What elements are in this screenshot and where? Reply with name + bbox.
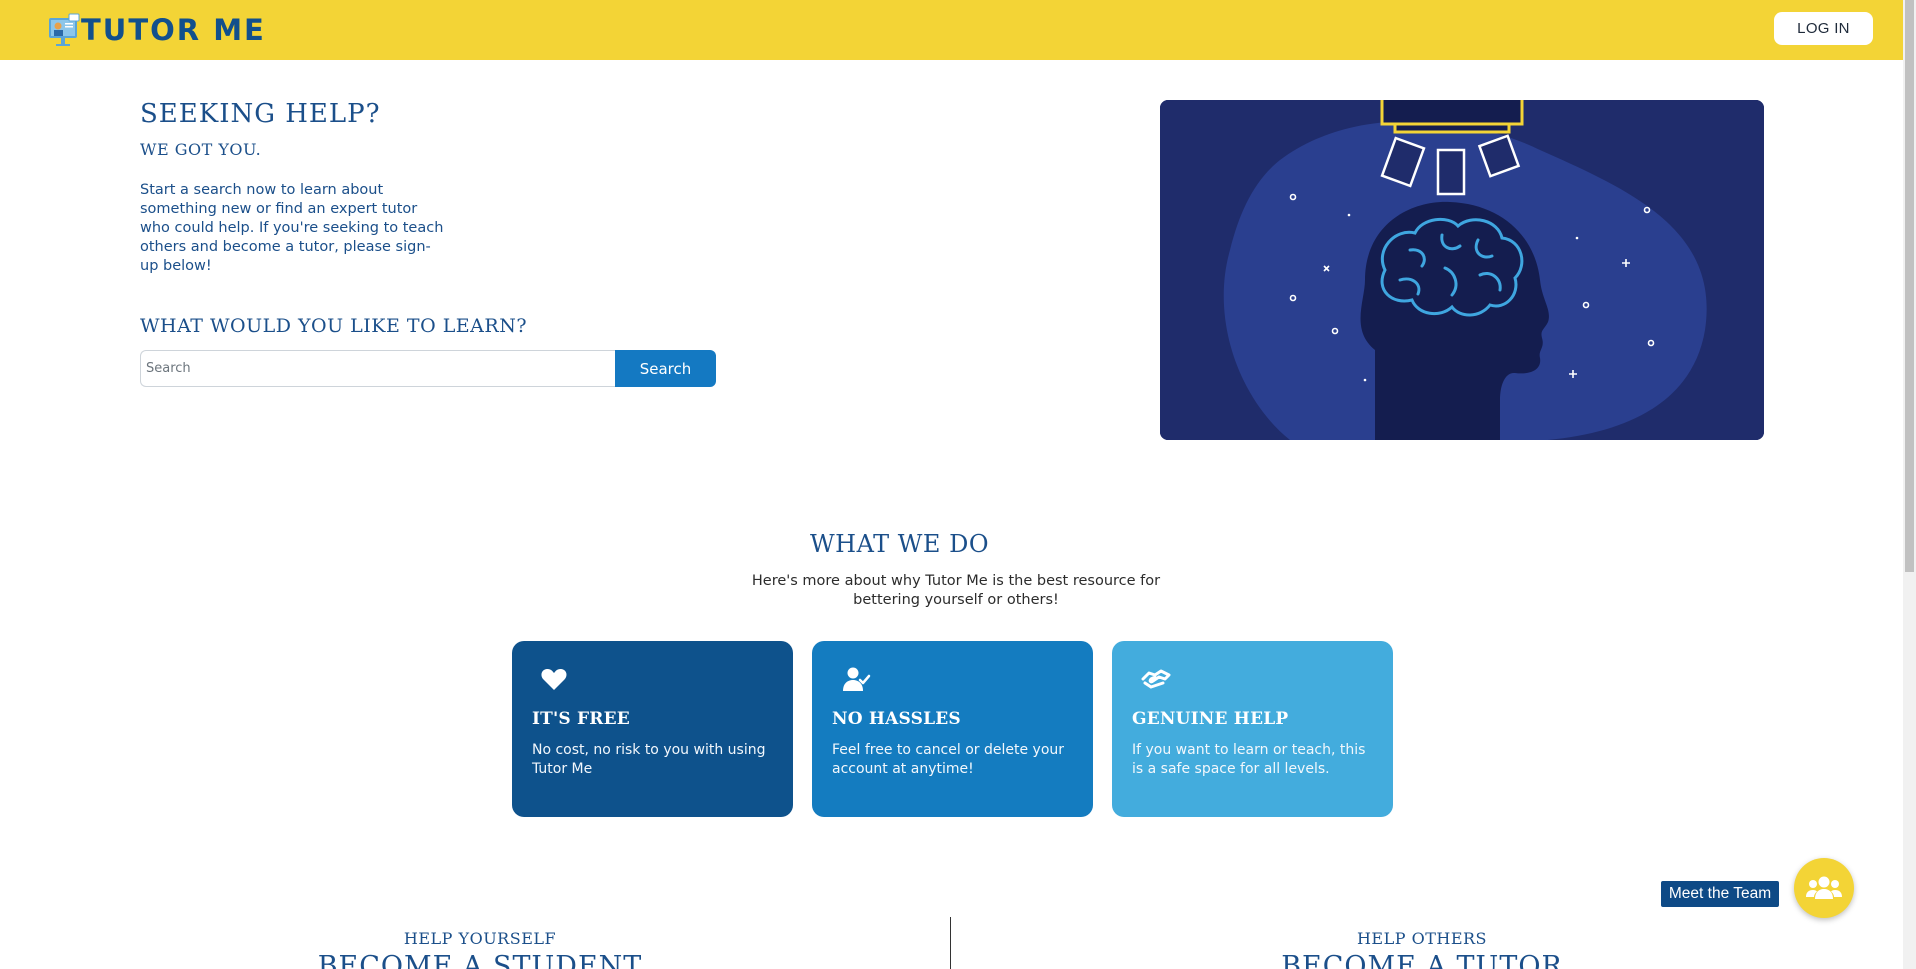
section-divider — [950, 917, 951, 969]
what-we-do-heading: WHAT WE DO — [810, 530, 989, 558]
brand-logo[interactable]: TUTOR ME — [47, 10, 266, 50]
scrollbar-thumb[interactable] — [1905, 0, 1914, 572]
meet-the-team-button[interactable] — [1794, 858, 1854, 918]
search-input[interactable] — [140, 350, 616, 387]
card-text: No cost, no risk to you with using Tutor… — [532, 742, 766, 777]
heart-icon — [541, 668, 567, 690]
hero-title: SEEKING HELP? — [140, 99, 381, 129]
hero-subtitle: WE GOT YOU. — [140, 140, 262, 159]
top-navbar: TUTOR ME LOG IN — [0, 0, 1903, 60]
user-check-icon — [843, 667, 871, 691]
page: TUTOR ME LOG IN SEEKING HELP? WE GOT YOU… — [0, 0, 1916, 969]
card-title: NO HASSLES — [832, 709, 961, 729]
section-title: WHAT WE DO — [0, 530, 1903, 558]
meet-the-team-label[interactable]: Meet the Team — [1661, 881, 1779, 907]
student-eyebrow: HELP YOURSELF — [403, 929, 557, 948]
page-scrollbar[interactable] — [1903, 0, 1916, 969]
card-text: If you want to learn or teach, this is a… — [1132, 742, 1366, 777]
become-student-heading: BECOME A STUDENT — [317, 951, 643, 969]
brain-scan-illustration — [1160, 100, 1764, 440]
users-icon — [1806, 876, 1842, 899]
tutor-eyebrow: HELP OTHERS — [1356, 929, 1488, 948]
hero-description: Start a search now to learn about someth… — [140, 182, 444, 274]
handshake-icon — [1141, 669, 1171, 689]
feature-card-no-hassles: NO HASSLES Feel free to cancel or delete… — [812, 641, 1093, 817]
feature-card-genuine-help: GENUINE HELP If you want to learn or tea… — [1112, 641, 1393, 817]
section-description: Here's more about why Tutor Me is the be… — [751, 573, 1161, 608]
card-text: Feel free to cancel or delete your accou… — [832, 742, 1065, 777]
hero-illustration — [1160, 100, 1764, 440]
brand-name: TUTOR ME — [81, 12, 266, 47]
computer-tutor-icon — [49, 13, 80, 46]
card-title: GENUINE HELP — [1132, 709, 1289, 729]
login-button[interactable]: LOG IN — [1774, 12, 1873, 45]
card-title: IT'S FREE — [532, 709, 630, 729]
search-button[interactable]: Search — [615, 350, 716, 387]
become-tutor-heading: BECOME A TUTOR — [1281, 951, 1563, 969]
feature-card-free: IT'S FREE No cost, no risk to you with u… — [512, 641, 793, 817]
search-heading: WHAT WOULD YOU LIKE TO LEARN? — [140, 315, 528, 337]
